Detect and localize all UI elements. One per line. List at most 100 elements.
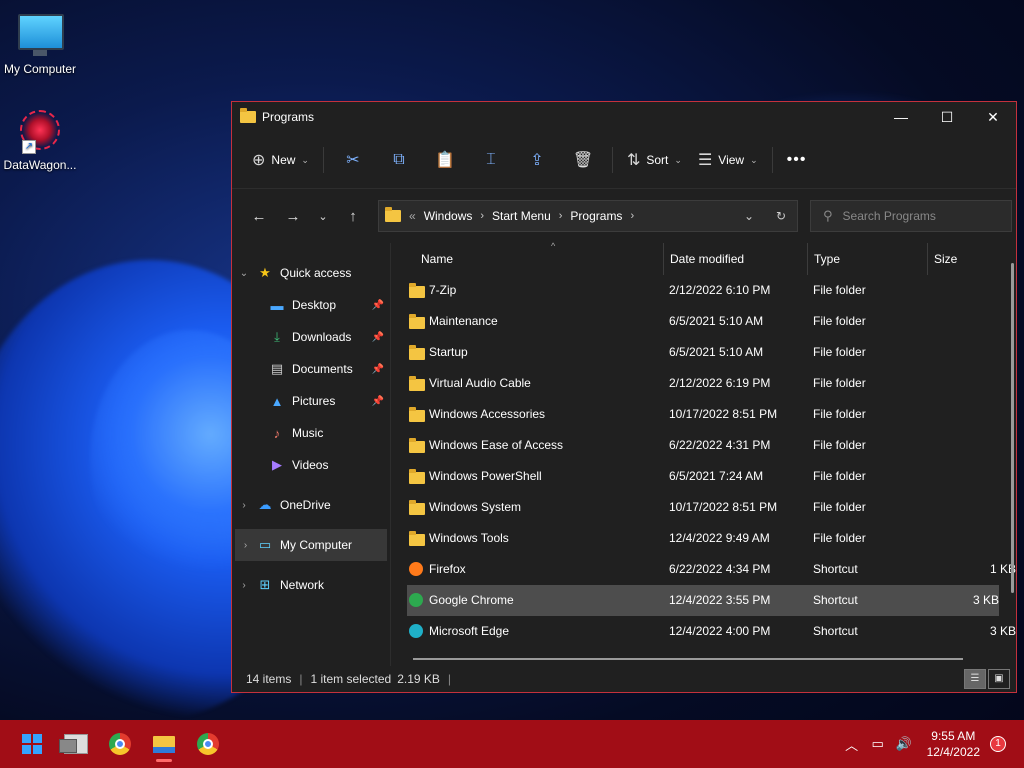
breadcrumb-overflow[interactable]: « — [409, 209, 416, 223]
folder-icon — [409, 499, 425, 516]
rename-icon[interactable]: ⌶ — [468, 144, 514, 176]
file-list: ^ Name Date modified Type Size 7-Zip 2/12… — [391, 241, 1016, 666]
file-type: File folder — [813, 500, 866, 514]
notification-badge[interactable]: 1 — [990, 736, 1006, 752]
nav-onedrive[interactable]: › ☁ OneDrive — [232, 489, 390, 521]
file-row[interactable]: Windows Ease of Access 6/22/2022 4:31 PM F… — [407, 430, 1016, 461]
taskbar-chrome[interactable] — [98, 724, 142, 764]
chevron-right-icon[interactable]: › — [235, 540, 256, 551]
chevron-right-icon[interactable]: › — [232, 500, 256, 511]
nav-downloads[interactable]: ⤓ Downloads 📌 — [232, 321, 390, 353]
nav-desktop[interactable]: ▬ Desktop 📌 — [232, 289, 390, 321]
sort-button[interactable]: ⇅ Sort ⌄ — [619, 144, 690, 176]
nav-documents[interactable]: ▤ Documents 📌 — [232, 353, 390, 385]
column-size[interactable]: Size — [927, 243, 957, 275]
horizontal-scrollbar[interactable] — [413, 658, 963, 660]
file-size: 3 KB — [989, 624, 1016, 638]
file-row[interactable]: Google Chrome 12/4/2022 3:55 PM Shortcut 3 … — [407, 585, 999, 616]
address-row: ← → ⌄ ↑ « Windows › Start Menu › Program… — [232, 189, 1016, 243]
paste-icon[interactable]: 📋 — [422, 144, 468, 176]
document-icon: ▤ — [270, 361, 284, 376]
up-button[interactable]: ↑ — [336, 208, 370, 225]
vertical-scrollbar[interactable] — [1011, 263, 1014, 593]
more-options-button[interactable]: ••• — [779, 144, 815, 176]
clock[interactable]: 9:55 AM 12/4/2022 — [927, 728, 980, 760]
address-history-dropdown[interactable]: ⌄ — [733, 209, 765, 223]
chevron-right-icon[interactable]: › — [480, 210, 484, 222]
file-row[interactable]: 7-Zip 2/12/2022 6:10 PM File folder — [407, 275, 1016, 306]
view-button[interactable]: ☰ View ⌄ — [690, 144, 766, 176]
start-button[interactable] — [10, 724, 54, 764]
breadcrumb-start-menu[interactable]: Start Menu — [492, 209, 551, 223]
file-row[interactable]: Microsoft Edge 12/4/2022 4:00 PM Shortcut 3… — [407, 616, 1016, 647]
desktop-icon-my-computer[interactable]: My Computer — [0, 10, 80, 76]
nav-label: Quick access — [280, 266, 352, 280]
nav-videos[interactable]: ▶ Videos — [232, 449, 390, 481]
maximize-button[interactable]: ☐ — [924, 102, 970, 132]
selected-count: 1 item selected — [310, 672, 392, 686]
recent-locations-button[interactable]: ⌄ — [310, 210, 336, 223]
pin-icon: 📌 — [371, 395, 384, 407]
file-type: File folder — [813, 407, 866, 421]
title-bar[interactable]: Programs — ☐ ✕ — [232, 102, 1016, 132]
forward-button[interactable]: → — [276, 208, 310, 225]
network-icon[interactable]: ▭ — [865, 736, 891, 752]
datawagon-icon: ↗ — [18, 110, 62, 154]
volume-icon[interactable]: 🔊 — [891, 736, 917, 752]
breadcrumb-windows[interactable]: Windows — [424, 209, 473, 223]
nav-my-computer[interactable]: › ▭ My Computer — [235, 529, 387, 561]
details-view-button[interactable]: ☰ — [964, 669, 986, 689]
column-name[interactable]: Name — [415, 243, 453, 275]
large-icons-view-button[interactable]: ▣ — [988, 669, 1010, 689]
file-row[interactable]: Windows Tools 12/4/2022 9:49 AM File folde… — [407, 523, 1016, 554]
file-row[interactable]: Windows System 10/17/2022 8:51 PM File fol… — [407, 492, 1016, 523]
copy-icon[interactable]: ⧉ — [376, 144, 422, 176]
nav-network[interactable]: › ⊞ Network — [232, 569, 390, 601]
file-row[interactable]: Startup 6/5/2021 5:10 AM File folder — [407, 337, 1016, 368]
plus-icon: ⊕ — [252, 152, 266, 169]
share-icon[interactable]: ⇪ — [514, 144, 560, 176]
sort-label: Sort — [646, 153, 669, 167]
file-row[interactable]: Firefox 6/22/2022 4:34 PM Shortcut 1 KB — [407, 554, 1016, 585]
nav-quick-access[interactable]: ⌄ ★ Quick access — [232, 257, 390, 289]
chevron-right-icon[interactable]: › — [232, 580, 256, 591]
search-icon: ⚲ — [823, 208, 833, 223]
search-input[interactable]: ⚲ Search Programs — [810, 200, 1012, 232]
chevron-down-icon[interactable]: ⌄ — [232, 268, 256, 279]
chrome-icon — [109, 733, 131, 755]
close-button[interactable]: ✕ — [970, 102, 1016, 132]
nav-music[interactable]: ♪ Music — [232, 417, 390, 449]
file-size: 3 KB — [972, 593, 999, 607]
cut-icon[interactable]: ✂ — [330, 144, 376, 176]
chevron-right-icon[interactable]: › — [630, 210, 634, 222]
task-view-button[interactable] — [54, 724, 98, 764]
column-date-modified[interactable]: Date modified — [663, 243, 744, 275]
taskbar-chrome-2[interactable] — [186, 724, 230, 764]
file-size: 1 KB — [989, 562, 1016, 576]
file-name: Windows System — [429, 500, 522, 514]
desktop-icon-label: My Computer — [3, 62, 77, 76]
folder-icon — [409, 437, 425, 454]
column-type[interactable]: Type — [807, 243, 840, 275]
file-name: Windows Tools — [429, 531, 509, 545]
nav-pictures[interactable]: ▲ Pictures 📌 — [232, 385, 390, 417]
desktop-icon-datawagon[interactable]: ↗ DataWagon... — [0, 108, 80, 172]
back-button[interactable]: ← — [242, 208, 276, 225]
file-row[interactable]: Maintenance 6/5/2021 5:10 AM File folder — [407, 306, 1016, 337]
address-bar[interactable]: « Windows › Start Menu › Programs › ⌄ ↻ — [378, 200, 798, 232]
chevron-right-icon[interactable]: › — [559, 210, 563, 222]
file-date-modified: 6/5/2021 5:10 AM — [669, 345, 764, 359]
new-button[interactable]: ⊕ New ⌄ — [244, 144, 317, 176]
file-row[interactable]: Windows PowerShell 6/5/2021 7:24 AM File f… — [407, 461, 1016, 492]
breadcrumb-programs[interactable]: Programs — [570, 209, 622, 223]
show-hidden-icons-button[interactable]: ︿ — [839, 735, 865, 754]
minimize-button[interactable]: — — [878, 102, 924, 132]
delete-icon[interactable]: 🗑 — [560, 144, 606, 176]
file-size — [956, 399, 1016, 430]
file-row[interactable]: Virtual Audio Cable 2/12/2022 6:19 PM File… — [407, 368, 1016, 399]
taskbar-file-explorer[interactable] — [142, 724, 186, 764]
file-date-modified: 6/5/2021 7:24 AM — [669, 469, 764, 483]
download-icon: ⤓ — [274, 329, 280, 344]
refresh-icon[interactable]: ↻ — [765, 209, 797, 223]
file-row[interactable]: Windows Accessories 10/17/2022 8:51 PM Fil… — [407, 399, 1016, 430]
